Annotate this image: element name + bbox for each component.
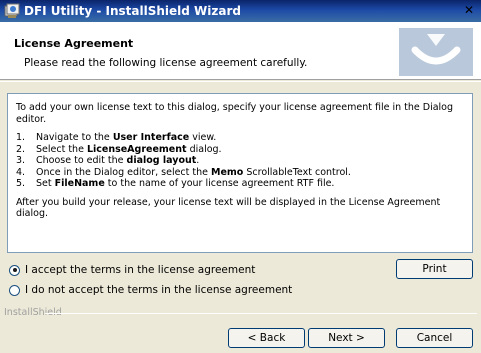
license-steps: 1. Navigate to the User Interface view. 2… bbox=[16, 132, 466, 190]
page-subtitle: Please read the following license agreem… bbox=[24, 57, 308, 69]
decline-terms-label: I do not accept the terms in the license… bbox=[25, 284, 293, 296]
license-intro: To add your own license text to this dia… bbox=[16, 102, 454, 125]
accept-terms-radio[interactable]: I accept the terms in the license agreem… bbox=[9, 263, 255, 277]
window-title: DFI Utility - InstallShield Wizard bbox=[24, 4, 241, 18]
wizard-header: License Agreement Please read the follow… bbox=[0, 22, 481, 80]
print-button[interactable]: Print bbox=[396, 259, 473, 279]
installshield-logo bbox=[399, 28, 473, 76]
title-bar: DFI Utility - InstallShield Wizard ✕ bbox=[0, 0, 481, 22]
radio-selected-icon[interactable] bbox=[9, 264, 20, 276]
license-step: 2. Select the LicenseAgreement dialog. bbox=[16, 143, 222, 155]
cancel-button[interactable]: Cancel bbox=[396, 328, 473, 348]
license-step: 4. Once in the Dialog editor, select the … bbox=[16, 166, 351, 178]
page-title: License Agreement bbox=[14, 37, 134, 50]
license-step: 3. Choose to edit the dialog layout. bbox=[16, 155, 200, 166]
license-outro: After you build your release, your licen… bbox=[16, 196, 441, 220]
decline-terms-radio[interactable]: I do not accept the terms in the license… bbox=[9, 283, 292, 297]
back-button[interactable]: < Back bbox=[228, 328, 305, 348]
license-text-area[interactable]: To add your own license text to this dia… bbox=[7, 93, 473, 253]
header-divider bbox=[0, 81, 481, 82]
next-button[interactable]: Next > bbox=[308, 328, 385, 348]
license-step: 1. Navigate to the User Interface view. bbox=[16, 132, 217, 143]
radio-unselected-icon[interactable] bbox=[9, 284, 20, 296]
license-step: 5. Set FileName to the name of your licen… bbox=[16, 178, 335, 189]
footer-divider bbox=[45, 313, 477, 314]
close-icon[interactable]: ✕ bbox=[461, 3, 477, 19]
accept-terms-label: I accept the terms in the license agreem… bbox=[25, 264, 256, 276]
installer-app-icon bbox=[4, 3, 20, 19]
